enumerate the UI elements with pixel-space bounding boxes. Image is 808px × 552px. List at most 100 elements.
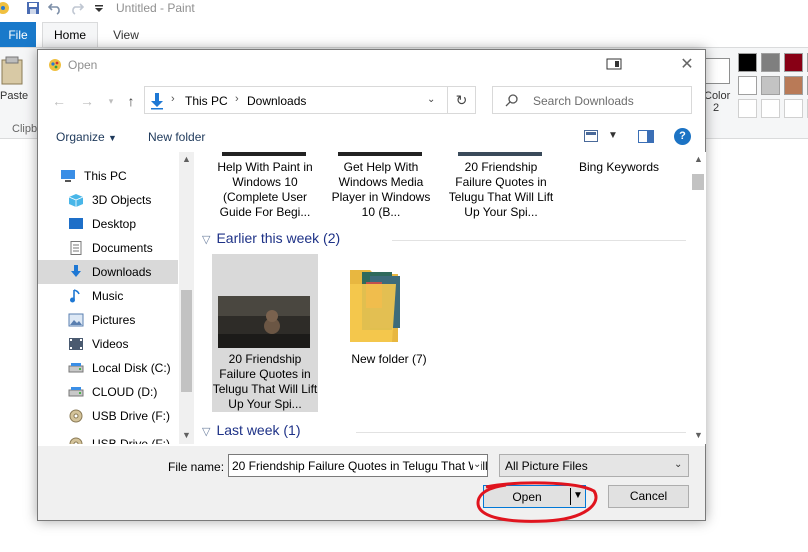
- palette-color-swatch[interactable]: [738, 76, 757, 95]
- forward-arrow-icon[interactable]: →: [78, 92, 96, 110]
- clipboard-group-label: Clipb: [12, 123, 38, 135]
- recent-locations-chevron-icon[interactable]: ▾: [102, 92, 120, 110]
- download-icon: [68, 265, 84, 279]
- file-item-label: Get Help With Windows Media Player in Wi…: [331, 160, 431, 219]
- preview-pane-icon[interactable]: [638, 130, 654, 143]
- scroll-up-icon[interactable]: ▲: [694, 154, 703, 164]
- palette-color-swatch[interactable]: [784, 76, 803, 95]
- file-item-selected[interactable]: 20 Friendship Failure Quotes in Telugu T…: [212, 254, 318, 412]
- customize-quick-access-icon[interactable]: [92, 1, 106, 15]
- sidebar-item-label: 3D Objects: [92, 193, 152, 207]
- sidebar-item-label: Desktop: [92, 217, 137, 231]
- scroll-down-icon[interactable]: ▼: [694, 430, 703, 440]
- tab-view[interactable]: View: [104, 22, 148, 48]
- undo-icon[interactable]: [48, 1, 62, 15]
- paste-button-label[interactable]: Paste: [0, 90, 28, 102]
- color2-label: Color 2: [704, 90, 731, 114]
- group-header-earlier-this-week[interactable]: ▽ Earlier this week (2): [202, 230, 340, 246]
- refresh-icon[interactable]: ↻: [448, 86, 476, 114]
- group-header-last-week[interactable]: ▽ Last week (1): [202, 422, 301, 438]
- file-type-select[interactable]: All Picture Files ⌄: [499, 454, 689, 477]
- thumbnail-edge: [338, 152, 422, 156]
- palette-color-swatch[interactable]: [784, 53, 803, 72]
- sidebar-item[interactable]: Pictures: [38, 308, 178, 332]
- change-view-icon[interactable]: [584, 130, 598, 142]
- sidebar-item[interactable]: Videos: [38, 332, 178, 356]
- up-arrow-icon[interactable]: ↑: [122, 92, 140, 110]
- palette-color-swatch[interactable]: [761, 53, 780, 72]
- palette-custom-swatch[interactable]: [738, 99, 757, 118]
- open-options-dropdown-icon[interactable]: ▼: [573, 490, 583, 501]
- scrollbar-thumb[interactable]: [181, 290, 192, 392]
- sidebar-item[interactable]: Music: [38, 284, 178, 308]
- cancel-button[interactable]: Cancel: [608, 485, 689, 508]
- file-name-input[interactable]: 20 Friendship Failure Quotes in Telugu T…: [228, 454, 488, 477]
- paint-window-title: Untitled - Paint: [116, 1, 195, 15]
- sidebar-item-label: Pictures: [92, 313, 136, 327]
- back-arrow-icon[interactable]: ←: [50, 92, 68, 110]
- sidebar-item[interactable]: USB Drive (F:): [38, 404, 178, 428]
- folder-icon: [350, 270, 400, 342]
- file-name-dropdown-icon[interactable]: ⌄: [473, 459, 482, 470]
- folder-item-label: New folder (7): [351, 352, 427, 366]
- sidebar-item[interactable]: CLOUD (D:): [38, 380, 178, 404]
- download-folder-icon: [151, 93, 163, 110]
- chevron-down-icon: ▼: [108, 133, 117, 143]
- file-item-label: Help With Paint in Windows 10 (Complete …: [217, 160, 313, 219]
- open-button[interactable]: Open ▼: [483, 485, 586, 508]
- palette-color-swatch[interactable]: [738, 53, 757, 72]
- save-icon[interactable]: [26, 1, 40, 15]
- palette-custom-swatch[interactable]: [784, 99, 803, 118]
- organize-button[interactable]: Organize ▼: [56, 130, 117, 144]
- sidebar-item[interactable]: Downloads: [38, 260, 178, 284]
- file-name-value: 20 Friendship Failure Quotes in Telugu T…: [232, 459, 487, 473]
- scrollbar-thumb[interactable]: [692, 174, 704, 190]
- redo-icon[interactable]: [70, 1, 84, 15]
- breadcrumb-separator-icon[interactable]: ›: [235, 93, 239, 105]
- sidebar-item-label: Downloads: [92, 265, 152, 279]
- scroll-down-icon[interactable]: ▼: [182, 430, 191, 440]
- paint-app-icon: [49, 59, 61, 71]
- sidebar-item-label: This PC: [84, 169, 127, 183]
- computer-icon: [60, 169, 76, 183]
- tablet-mode-icon[interactable]: [606, 58, 622, 70]
- sidebar-item-label: Local Disk (C:): [92, 361, 171, 375]
- chevron-down-icon: ▽: [202, 426, 211, 438]
- sidebar-item[interactable]: USB Drive (F:): [38, 432, 178, 444]
- tab-file[interactable]: File: [0, 22, 36, 48]
- sidebar-item[interactable]: This PC: [38, 164, 178, 188]
- breadcrumb-downloads[interactable]: Downloads: [247, 94, 306, 108]
- address-bar[interactable]: › This PC › Downloads ⌄: [144, 86, 448, 114]
- close-icon[interactable]: ✕: [678, 56, 696, 74]
- new-folder-button[interactable]: New folder: [148, 130, 205, 144]
- sidebar-item[interactable]: Desktop: [38, 212, 178, 236]
- sidebar-item[interactable]: 3D Objects: [38, 188, 178, 212]
- pictures-icon: [68, 313, 84, 327]
- file-item-label: 20 Friendship Failure Quotes in Telugu T…: [212, 352, 318, 411]
- view-options-chevron-icon[interactable]: ▼: [608, 130, 618, 141]
- breadcrumb-separator-icon[interactable]: ›: [171, 93, 175, 105]
- file-list-scrollbar[interactable]: ▲ ▼: [690, 152, 706, 444]
- clipboard-icon[interactable]: [0, 56, 26, 86]
- chevron-down-icon: ⌄: [674, 459, 683, 470]
- sidebar-item[interactable]: Local Disk (C:): [38, 356, 178, 380]
- folder-item[interactable]: New folder (7): [336, 254, 442, 374]
- sidebar-item[interactable]: Documents: [38, 236, 178, 260]
- color2-swatch[interactable]: [704, 58, 730, 84]
- help-icon[interactable]: ?: [674, 128, 691, 145]
- open-dialog: Open ✕ ← → ▾ ↑ › This PC › Downloads ⌄ ↻…: [37, 49, 706, 521]
- document-icon: [68, 241, 84, 255]
- file-name-label: File name:: [168, 460, 225, 474]
- palette-custom-swatch[interactable]: [761, 99, 780, 118]
- usb-icon: [68, 437, 84, 444]
- dialog-title: Open: [68, 58, 98, 72]
- scroll-up-icon[interactable]: ▲: [182, 154, 191, 164]
- dialog-toolbar: Organize ▼ New folder ▼ ?: [38, 124, 705, 150]
- breadcrumb-this-pc[interactable]: This PC: [185, 94, 228, 108]
- palette-color-swatch[interactable]: [761, 76, 780, 95]
- tab-home[interactable]: Home: [42, 22, 98, 48]
- sidebar-item-label: USB Drive (F:): [92, 437, 170, 444]
- search-input[interactable]: Search Downloads: [492, 86, 692, 114]
- address-dropdown-icon[interactable]: ⌄: [427, 94, 435, 105]
- navigation-scrollbar[interactable]: ▲ ▼: [179, 152, 194, 444]
